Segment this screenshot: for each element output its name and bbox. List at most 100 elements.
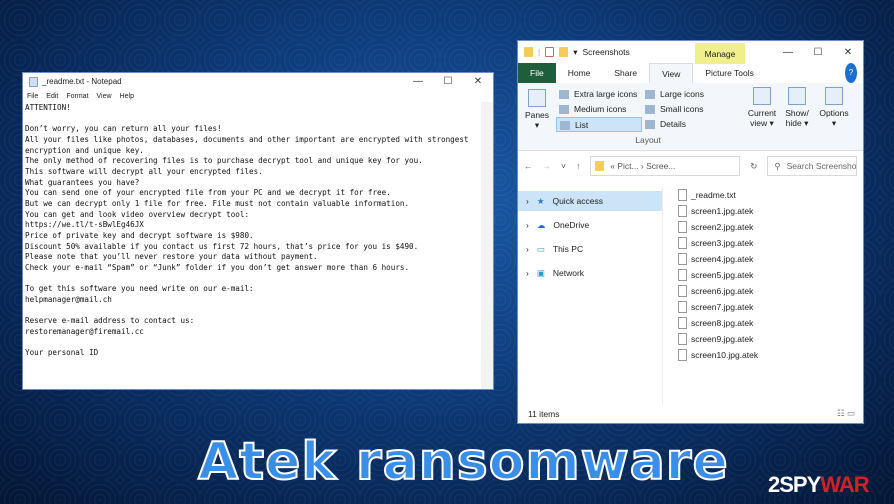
file-name: screen3.jpg.atek [691,238,754,248]
file-icon [678,237,687,249]
file-item[interactable]: screen1.jpg.atek [678,203,758,219]
address-bar[interactable]: « Pict... › Scree... [590,156,741,176]
menu-file[interactable]: File [27,93,38,100]
layout-large-icons[interactable]: Large icons [642,87,722,102]
nav-quick-access[interactable]: › ★ Quick access [518,191,662,211]
window-title: _readme.txt - Notepad [42,77,122,86]
tab-share[interactable]: Share [602,63,649,83]
nav-label: Quick access [552,196,604,206]
folder-icon [595,161,605,171]
window-title: Screenshots [582,47,630,57]
panes-button[interactable]: Panes ▾ [522,89,552,131]
maximize-button[interactable]: ☐ [803,47,833,58]
file-item[interactable]: screen10.jpg.atek [678,347,758,363]
notepad-title-bar: _readme.txt - Notepad — ☐ ✕ [23,73,493,90]
file-icon [678,189,687,201]
nav-label: OneDrive [553,220,590,230]
file-item[interactable]: screen2.jpg.atek [678,219,758,235]
menu-help[interactable]: Help [120,93,134,100]
address-bar-row: ← → ˅ ↑ « Pict... › Scree... ↻ ⚲ Search Scre… [518,151,863,181]
scrollbar[interactable] [481,102,493,389]
show-hide-icon [788,87,806,105]
file-item[interactable]: screen7.jpg.atek [678,299,758,315]
file-icon [678,285,687,297]
current-view-icon [753,87,771,105]
file-name: _readme.txt [691,190,736,200]
search-input[interactable]: ⚲ Search Screenshots [767,156,857,176]
recent-button[interactable]: ˅ [561,161,566,171]
minimize-button[interactable]: — [403,76,433,87]
up-button[interactable]: ↑ [576,161,580,171]
layout-details[interactable]: Details [642,117,722,132]
back-button[interactable]: ← [524,161,533,171]
folder-icon [524,47,533,57]
menu-edit[interactable]: Edit [46,93,58,100]
status-bar-count: 11 items [528,409,560,419]
file-name: screen5.jpg.atek [691,270,754,280]
file-icon [678,317,687,329]
file-item[interactable]: screen9.jpg.atek [678,331,758,347]
file-name: screen4.jpg.atek [691,254,754,264]
computer-icon: ▭ [536,244,545,254]
file-name: screen7.jpg.atek [691,302,754,312]
manage-tab[interactable]: Manage [695,43,745,64]
view-toggle-icons[interactable]: ☷ ▭ [837,408,855,419]
menu-format[interactable]: Format [66,93,88,100]
tab-picture-tools[interactable]: Picture Tools [693,63,766,83]
forward-button[interactable]: → [543,161,552,171]
options-button[interactable]: Options ▾ [816,87,852,129]
maximize-button[interactable]: ☐ [433,76,463,87]
file-list: _readme.txt screen1.jpg.atek screen2.jpg.a… [678,187,758,363]
file-name: screen2.jpg.atek [691,222,754,232]
file-item[interactable]: _readme.txt [678,187,758,203]
show-hide-label: Show/ hide ▾ [785,108,809,128]
panes-label: Panes [524,110,550,120]
dropdown-icon[interactable]: ▾ [573,47,577,58]
properties-icon[interactable] [545,47,555,57]
file-item[interactable]: screen4.jpg.atek [678,251,758,267]
search-icon: ⚲ [774,160,781,171]
file-item[interactable]: screen8.jpg.atek [678,315,758,331]
new-folder-icon[interactable] [559,47,569,57]
file-item[interactable]: screen3.jpg.atek [678,235,758,251]
nav-onedrive[interactable]: › ☁ OneDrive [518,215,662,235]
tab-home[interactable]: Home [556,63,603,83]
current-view-label: Current view ▾ [747,108,777,128]
show-hide-button[interactable]: Show/ hide ▾ [782,87,812,129]
file-icon [678,253,687,265]
star-icon: ★ [536,196,545,206]
text-area[interactable]: ATTENTION! Don’t worry, you can return a… [23,102,493,360]
file-icon [678,221,687,233]
layout-list[interactable]: List [556,117,642,132]
explorer-title-bar: | ▾ Screenshots Manage — ☐ ✕ [518,41,863,64]
minimize-button[interactable]: — [773,47,803,58]
help-icon[interactable]: ? [845,63,857,83]
close-button[interactable]: ✕ [463,76,493,87]
file-name: screen9.jpg.atek [691,334,754,344]
file-name: screen8.jpg.atek [691,318,754,328]
cloud-icon: ☁ [536,220,546,230]
file-icon [678,333,687,345]
navigation-pane: › ★ Quick access › ☁ OneDrive › ▭ This PC › ▣ Ne… [518,187,663,405]
refresh-button[interactable]: ↻ [750,161,757,172]
menu-view[interactable]: View [97,93,112,100]
close-button[interactable]: ✕ [833,47,863,58]
options-label: Options [819,108,849,118]
address-path: « Pict... › Scree... [610,161,676,171]
file-item[interactable]: screen6.jpg.atek [678,283,758,299]
file-item[interactable]: screen5.jpg.atek [678,267,758,283]
nav-network[interactable]: › ▣ Network [518,263,662,283]
nav-this-pc[interactable]: › ▭ This PC [518,239,662,259]
layout-small-icons[interactable]: Small icons [642,102,722,117]
panes-icon [528,89,546,107]
search-placeholder: Search Screenshots [786,161,857,171]
menu-bar: File Edit Format View Help [23,90,493,102]
ribbon-tabs: File Home Share View Picture Tools ? [518,63,863,83]
file-name: screen1.jpg.atek [691,206,754,216]
2spyware-logo: 2SPYWAR [768,472,870,497]
tab-view[interactable]: View [649,63,694,83]
current-view-button[interactable]: Current view ▾ [746,87,778,129]
file-icon [678,205,687,217]
tab-file[interactable]: File [518,63,556,83]
notepad-icon [29,76,38,87]
